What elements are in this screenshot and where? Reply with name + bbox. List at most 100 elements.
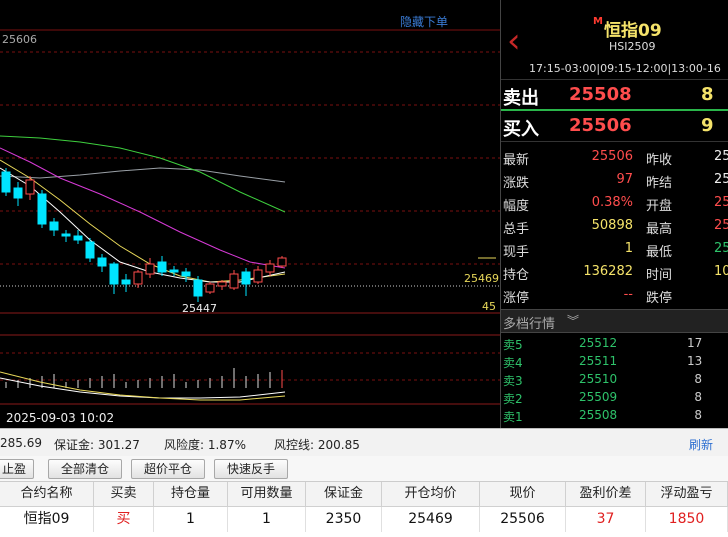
price-grid bbox=[0, 51, 500, 381]
ma-longest-line bbox=[0, 167, 286, 183]
depth-volume: 8 bbox=[694, 390, 702, 404]
candle-body bbox=[61, 233, 71, 237]
depth-row[interactable]: 卖1 25508 8 bbox=[501, 406, 728, 424]
candle-body bbox=[193, 279, 203, 297]
cell-margin: 2350 bbox=[306, 507, 382, 532]
depth-row[interactable]: 卖2 25509 8 bbox=[501, 388, 728, 406]
depth-label: 卖4 bbox=[503, 356, 523, 370]
volume-bars bbox=[5, 368, 283, 388]
depth-label: 卖2 bbox=[503, 392, 523, 406]
depth-price: 25508 bbox=[579, 408, 618, 422]
table-row[interactable]: 恒指09 买 1 1 2350 25469 25506 37 1850 bbox=[0, 507, 728, 532]
depth-price: 25510 bbox=[579, 372, 618, 386]
candle-body bbox=[73, 235, 83, 241]
depth-row[interactable]: 卖3 25510 8 bbox=[501, 370, 728, 388]
candle-body bbox=[37, 193, 47, 225]
action-bar: 止盈 全部清仓 超价平仓 快速反手 bbox=[0, 456, 728, 482]
stat-row: 总手 50898 最高 25 bbox=[501, 215, 728, 238]
stat-label: 昨收 bbox=[646, 153, 673, 168]
cell-position: 1 bbox=[154, 507, 228, 532]
bid-price: 25506 bbox=[569, 115, 632, 136]
depth-label: 卖1 bbox=[503, 410, 523, 424]
cell-side: 买 bbox=[94, 507, 154, 532]
candle-body bbox=[205, 283, 215, 293]
last-price-tag: 25469 bbox=[464, 272, 499, 285]
stat-value: 25 bbox=[714, 172, 728, 187]
ask-row[interactable]: 卖出 25508 8 bbox=[501, 80, 728, 111]
kline-chart[interactable]: 隐藏下单 25606 25447 25469 45 2025-09-03 10:… bbox=[0, 0, 500, 428]
candle-body bbox=[109, 263, 119, 285]
stat-row: 现手 1 最低 25 bbox=[501, 238, 728, 261]
candle-body bbox=[97, 257, 107, 267]
stat-label: 时间 bbox=[646, 268, 673, 283]
col-header[interactable]: 持仓量 bbox=[154, 482, 228, 507]
close-all-button[interactable]: 全部清仓 bbox=[48, 459, 122, 479]
candle-body bbox=[121, 279, 131, 285]
col-header[interactable]: 合约名称 bbox=[0, 482, 94, 507]
depth-label: 卖5 bbox=[503, 338, 523, 352]
quote-stats: 最新 25506 昨收 25 涨跌 97 昨结 25 幅度 0.38% 开盘 2… bbox=[501, 146, 728, 307]
main-contract-badge: M bbox=[593, 16, 603, 27]
side-price-tag: 45 bbox=[482, 300, 496, 313]
ma-short-line bbox=[0, 167, 286, 283]
account-equity: 285.69 bbox=[0, 436, 42, 450]
candle-body bbox=[229, 273, 239, 289]
depth-header[interactable]: 多档行情 ︾ bbox=[501, 309, 728, 333]
stat-label: 最高 bbox=[646, 222, 673, 237]
stat-value: 25 bbox=[714, 149, 728, 164]
col-header[interactable]: 保证金 bbox=[306, 482, 382, 507]
candle-body bbox=[157, 261, 167, 273]
candle-body bbox=[217, 281, 227, 287]
stat-label: 最低 bbox=[646, 245, 673, 260]
kline-chart-canvas[interactable] bbox=[0, 0, 500, 428]
quick-reverse-button[interactable]: 快速反手 bbox=[214, 459, 288, 479]
trading-hours: 17:15-03:00|09:15-12:00|13:00-16 bbox=[529, 62, 721, 75]
back-arrow-icon[interactable]: ‹ bbox=[507, 24, 521, 58]
candle-body bbox=[1, 171, 11, 193]
stat-row: 持仓 136282 时间 10:2 bbox=[501, 261, 728, 284]
low-price-label: 25447 bbox=[182, 302, 217, 315]
col-header[interactable]: 开仓均价 bbox=[382, 482, 480, 507]
quote-header: ‹ M 恒指09 HSI2509 17:15-03:00|09:15-12:00… bbox=[501, 0, 728, 80]
depth-row[interactable]: 卖5 25512 17 bbox=[501, 334, 728, 352]
stat-value: 25506 bbox=[591, 149, 633, 164]
depth-volume: 17 bbox=[687, 336, 703, 350]
over-price-close-button[interactable]: 超价平仓 bbox=[131, 459, 205, 479]
stat-label: 涨跌 bbox=[503, 176, 530, 191]
stat-value: 25 bbox=[714, 241, 728, 256]
depth-title: 多档行情 bbox=[503, 317, 556, 332]
col-header[interactable]: 浮动盈亏 bbox=[646, 482, 728, 507]
depth-list: 卖5 25512 17 卖4 25511 13 卖3 25510 8 卖2 25… bbox=[501, 334, 728, 424]
stat-value: 1 bbox=[624, 241, 633, 256]
stop-profit-button[interactable]: 止盈 bbox=[0, 459, 34, 479]
stat-label: 总手 bbox=[503, 222, 530, 237]
bid-row[interactable]: 买入 25506 9 bbox=[501, 111, 728, 142]
depth-row[interactable]: 卖4 25511 13 bbox=[501, 352, 728, 370]
stat-label: 开盘 bbox=[646, 199, 673, 214]
stat-value: -- bbox=[623, 287, 633, 302]
stat-value: 0.38% bbox=[591, 195, 633, 210]
cell-contract: 恒指09 bbox=[0, 507, 94, 532]
col-header[interactable]: 盈利价差 bbox=[566, 482, 646, 507]
stat-value: 50898 bbox=[591, 218, 633, 233]
candle-body bbox=[181, 271, 191, 277]
double-chevron-down-icon[interactable]: ︾ bbox=[567, 312, 579, 329]
cell-profit-diff: 37 bbox=[566, 507, 646, 532]
sub-indicator-white bbox=[0, 377, 286, 399]
depth-price: 25509 bbox=[579, 390, 618, 404]
instrument-code: HSI2509 bbox=[609, 40, 656, 53]
instrument-title: 恒指09 bbox=[604, 21, 662, 41]
account-stop-line: 风控线: 200.85 bbox=[274, 438, 360, 452]
col-header[interactable]: 可用数量 bbox=[228, 482, 306, 507]
depth-price: 25511 bbox=[579, 354, 618, 368]
candle-body bbox=[169, 269, 179, 273]
bid-label: 买入 bbox=[503, 119, 539, 140]
candle-body bbox=[145, 263, 155, 275]
col-header[interactable]: 买卖 bbox=[94, 482, 154, 507]
hide-order-link[interactable]: 隐藏下单 bbox=[400, 13, 448, 30]
positions-table: 合约名称 买卖 持仓量 可用数量 保证金 开仓均价 现价 盈利价差 浮动盈亏 恒… bbox=[0, 482, 728, 537]
refresh-link[interactable]: 刷新 bbox=[689, 436, 713, 453]
col-header[interactable]: 现价 bbox=[480, 482, 566, 507]
stat-value: 10:2 bbox=[714, 264, 728, 279]
depth-volume: 8 bbox=[694, 408, 702, 422]
